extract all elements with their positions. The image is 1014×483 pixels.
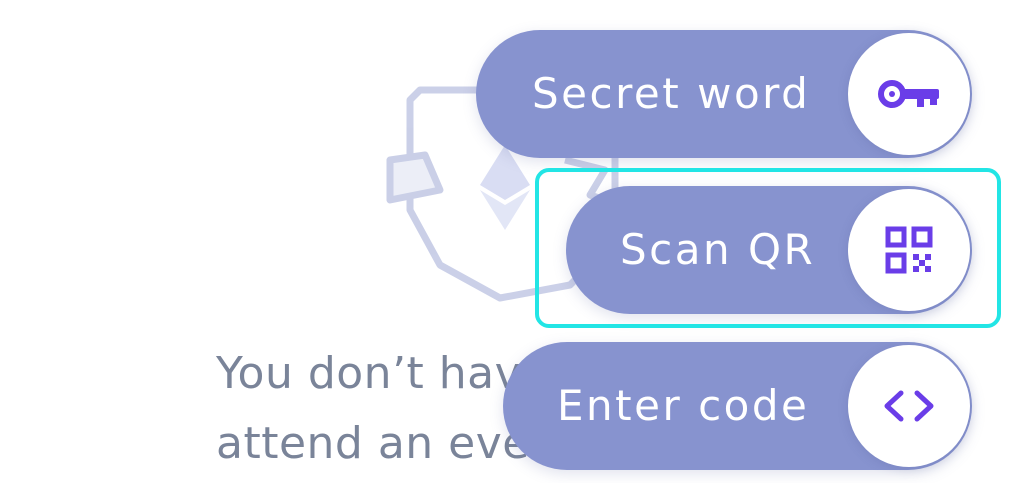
qr-code-icon xyxy=(885,226,933,274)
scan-qr-label: Scan QR xyxy=(620,225,816,274)
scan-qr-button[interactable]: Scan QR xyxy=(566,186,972,314)
secret-word-icon-button[interactable] xyxy=(848,33,970,155)
secret-word-label: Secret word xyxy=(532,69,811,118)
code-brackets-icon xyxy=(884,390,934,422)
secret-word-button[interactable]: Secret word xyxy=(476,30,972,158)
key-icon xyxy=(878,80,939,108)
scan-qr-icon-button[interactable] xyxy=(848,189,970,311)
background-text-line-1: You don’t hav xyxy=(216,348,522,399)
enter-code-icon-button[interactable] xyxy=(848,345,970,467)
enter-code-button[interactable]: Enter code xyxy=(503,342,972,470)
enter-code-label: Enter code xyxy=(557,381,810,430)
screen: You don’t hav attend an even Secret word… xyxy=(0,0,1014,483)
